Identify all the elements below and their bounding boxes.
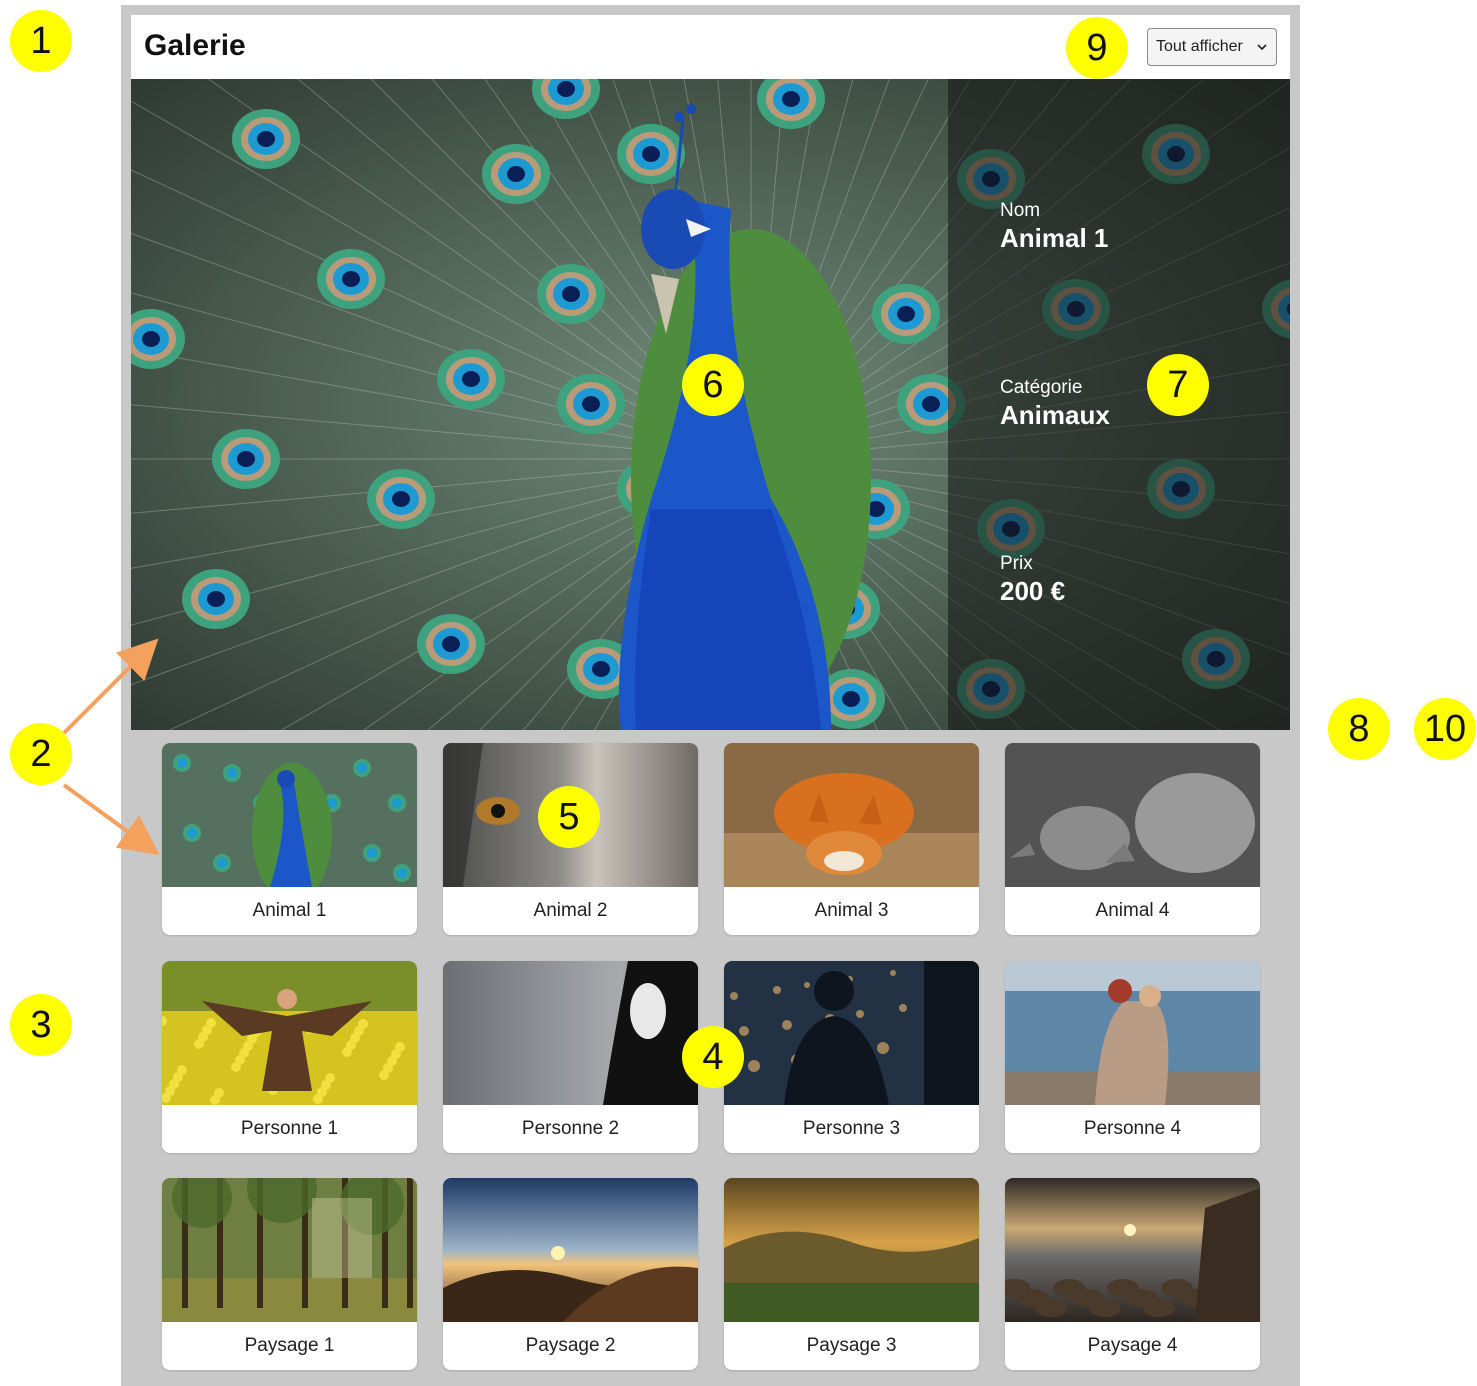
thumbnail-card[interactable]: Paysage 4 bbox=[1005, 1178, 1260, 1370]
feather-eye-spot bbox=[872, 284, 940, 344]
thumbnail-caption: Paysage 1 bbox=[244, 1335, 335, 1356]
thumbnail-card[interactable]: Animal 4 bbox=[1005, 743, 1260, 935]
thumbnail-image-woman-portrait bbox=[443, 961, 698, 1105]
category-value: Animaux bbox=[1000, 400, 1110, 430]
thumbnail-card[interactable]: Animal 1 bbox=[162, 743, 417, 935]
thumbnail-image-silhouette-bokeh bbox=[724, 961, 979, 1105]
feather-eye-spot bbox=[367, 469, 435, 529]
feather-eye-spot bbox=[317, 249, 385, 309]
annotation-badge-9: 9 bbox=[1066, 17, 1128, 79]
annotation-badge-5: 5 bbox=[538, 786, 600, 848]
annotation-badge-8: 8 bbox=[1328, 698, 1390, 760]
thumbnail-caption: Animal 2 bbox=[533, 900, 608, 921]
thumbnail-caption: Paysage 2 bbox=[525, 1335, 616, 1356]
feather-eye-spot bbox=[232, 109, 300, 169]
feather-eye-spot bbox=[482, 144, 550, 204]
thumbnail-image-valley bbox=[724, 1178, 979, 1322]
annotated-screenshot: Galerie Tout afficher Nom Animal 1 Catég… bbox=[0, 0, 1477, 1386]
annotation-badge-7: 7 bbox=[1147, 354, 1209, 416]
filter-selected-value: Tout afficher bbox=[1156, 38, 1243, 55]
thumbnail-caption: Paysage 3 bbox=[806, 1335, 897, 1356]
category-filter-select[interactable]: Tout afficher bbox=[1147, 28, 1277, 66]
thumbnail-image-mountain-sunset bbox=[443, 1178, 698, 1322]
annotation-badge-4: 4 bbox=[682, 1026, 744, 1088]
thumbnail-image-fox bbox=[724, 743, 979, 887]
thumbnail-card[interactable]: Paysage 2 bbox=[443, 1178, 698, 1370]
thumbnail-caption: Animal 1 bbox=[252, 900, 327, 921]
feather-eye-spot bbox=[212, 429, 280, 489]
price-value: 200 € bbox=[1000, 576, 1066, 606]
chevron-down-icon bbox=[1257, 44, 1267, 51]
thumbnail-card[interactable]: Personne 1 bbox=[162, 961, 417, 1153]
page-title: Galerie bbox=[144, 29, 246, 62]
annotation-badge-1: 1 bbox=[10, 10, 72, 72]
thumbnail-caption: Personne 3 bbox=[802, 1118, 901, 1139]
thumbnail-card[interactable]: Personne 2 bbox=[443, 961, 698, 1153]
feather-eye-spot bbox=[437, 349, 505, 409]
thumbnail-caption: Animal 4 bbox=[1095, 900, 1170, 921]
category-label: Catégorie bbox=[1000, 377, 1083, 398]
thumbnail-caption: Personne 1 bbox=[240, 1118, 339, 1139]
thumbnail-caption: Paysage 4 bbox=[1087, 1335, 1178, 1356]
price-label: Prix bbox=[1000, 553, 1033, 574]
name-value: Animal 1 bbox=[1000, 223, 1109, 253]
thumbnail-card[interactable]: Personne 3 bbox=[724, 961, 979, 1153]
feather-eye-spot bbox=[417, 614, 485, 674]
annotation-badge-6: 6 bbox=[682, 354, 744, 416]
thumbnail-caption: Personne 2 bbox=[521, 1118, 620, 1139]
thumbnail-card[interactable]: Animal 3 bbox=[724, 743, 979, 935]
thumbnail-image-woman-in-flowers bbox=[162, 961, 417, 1105]
annotation-badge-2: 2 bbox=[10, 723, 72, 785]
feather-eye-spot bbox=[182, 569, 250, 629]
thumbnail-image-peacock bbox=[162, 743, 417, 887]
annotation-badge-10: 10 bbox=[1414, 698, 1476, 760]
thumbnail-caption: Personne 4 bbox=[1083, 1118, 1182, 1139]
feather-eye-spot bbox=[557, 374, 625, 434]
photo-details-panel: Nom Animal 1 Catégorie Animaux Prix 200 … bbox=[948, 79, 1290, 730]
annotation-badge-3: 3 bbox=[10, 994, 72, 1056]
thumbnail-image-rhinos bbox=[1005, 743, 1260, 887]
thumbnail-card[interactable]: Paysage 3 bbox=[724, 1178, 979, 1370]
name-label: Nom bbox=[1000, 200, 1041, 221]
feather-eye-spot bbox=[617, 124, 685, 184]
thumbnail-image-couple-by-sea bbox=[1005, 961, 1260, 1105]
thumbnail-caption: Animal 3 bbox=[814, 900, 889, 921]
thumbnail-image-rocky-shore bbox=[1005, 1178, 1260, 1322]
thumbnail-card[interactable]: Paysage 1 bbox=[162, 1178, 417, 1370]
feather-eye-spot bbox=[537, 264, 605, 324]
thumbnail-image-forest bbox=[162, 1178, 417, 1322]
thumbnail-card[interactable]: Personne 4 bbox=[1005, 961, 1260, 1153]
